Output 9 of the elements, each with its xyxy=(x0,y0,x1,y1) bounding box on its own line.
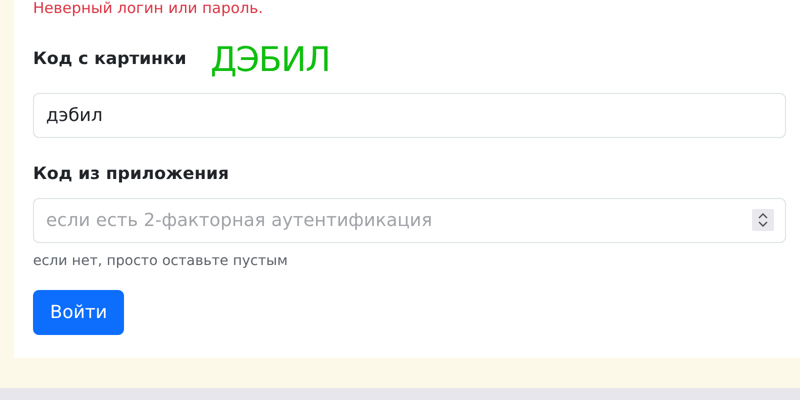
login-button[interactable]: Войти xyxy=(33,290,124,334)
field-label: Код с картинки xyxy=(33,48,186,72)
field-label: Код из приложения xyxy=(33,163,230,186)
help-text: если нет, просто оставьте пустым xyxy=(33,252,289,270)
code-input[interactable]: если есть 2-факторная аутентификация xyxy=(33,198,786,242)
spinner-icon[interactable] xyxy=(752,208,774,230)
captcha-image: ДЭБИЛ xyxy=(210,43,330,77)
error-message: Неверный логин или пароль. xyxy=(33,0,264,16)
captcha-input[interactable]: дэбил xyxy=(33,93,786,138)
